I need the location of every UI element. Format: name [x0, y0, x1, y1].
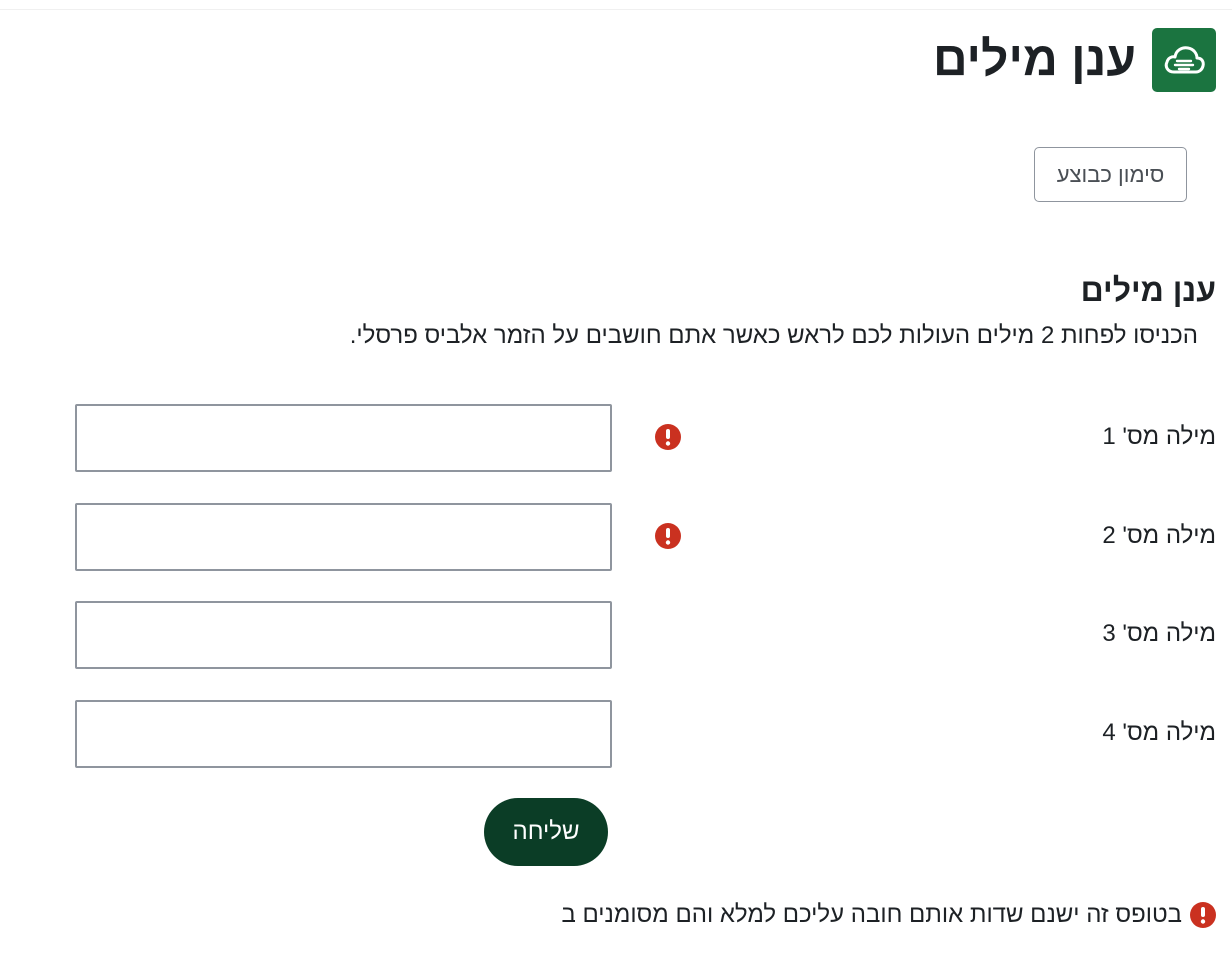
word-input-3[interactable] — [75, 601, 612, 669]
submit-button[interactable]: שליחה — [484, 798, 608, 866]
required-note-text: בטופס זה ישנם שדות אותם חובה עליכם למלא … — [561, 901, 1182, 928]
word-input-1[interactable] — [75, 404, 612, 472]
word-input-4[interactable] — [75, 700, 612, 768]
mark-as-done-button[interactable]: סימון כבוצע — [1034, 147, 1187, 202]
word-cloud-icon — [1152, 28, 1216, 92]
required-icon — [655, 424, 681, 450]
word-field-row-4: מילה מס' 4 — [0, 700, 1232, 768]
word-field-label: מילה מס' 2 — [1102, 522, 1216, 549]
page-title: ענן מילים — [932, 33, 1136, 86]
required-icon — [655, 523, 681, 549]
required-icon — [1190, 902, 1216, 928]
word-field-label: מילה מס' 3 — [1102, 620, 1216, 647]
required-fields-note: בטופס זה ישנם שדות אותם חובה עליכם למלא … — [561, 898, 1216, 932]
word-field-row-1: מילה מס' 1 — [0, 404, 1232, 472]
page-header: ענן מילים — [933, 28, 1216, 92]
word-field-label: מילה מס' 4 — [1102, 719, 1216, 746]
word-field-label: מילה מס' 1 — [1102, 423, 1216, 450]
section-title: ענן מילים — [1080, 272, 1216, 308]
word-field-row-2: מילה מס' 2 — [0, 503, 1232, 571]
word-field-row-3: מילה מס' 3 — [0, 601, 1232, 669]
top-divider — [0, 9, 1232, 10]
cloud-glyph — [1164, 46, 1205, 74]
word-input-2[interactable] — [75, 503, 612, 571]
instructions-text: הכניסו לפחות 2 מילים העולות לכם לראש כאש… — [349, 322, 1198, 349]
